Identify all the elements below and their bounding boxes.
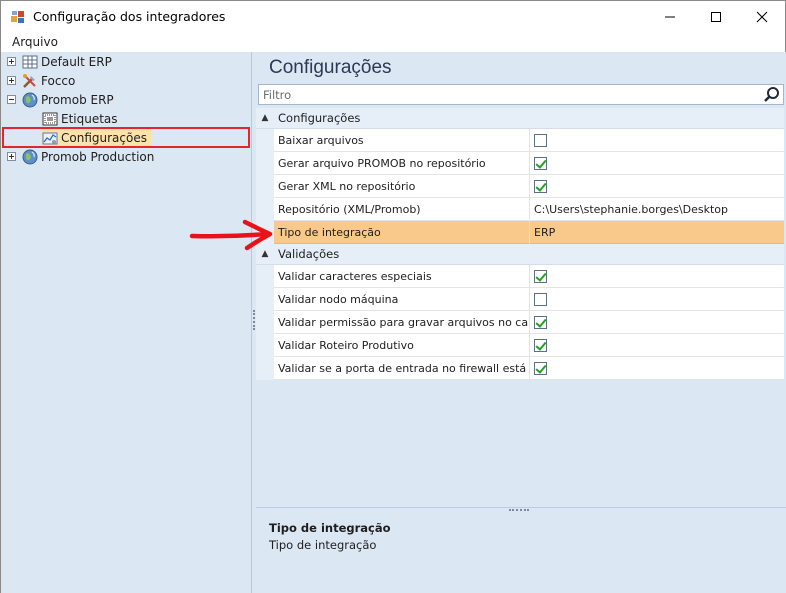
splitter-grip-icon <box>253 310 255 330</box>
checkbox[interactable] <box>534 133 547 147</box>
property-row[interactable]: Validar se a porta de entrada no firewal… <box>256 357 784 380</box>
tree-item-focco[interactable]: Focco <box>7 71 75 90</box>
tree-item-label: Promob Production <box>41 149 155 164</box>
expand-icon[interactable] <box>7 57 16 66</box>
window-title: Configuração dos integradores <box>33 9 226 24</box>
close-icon <box>756 11 768 22</box>
property-name: Gerar arquivo PROMOB no repositório <box>274 152 530 175</box>
property-row[interactable]: Validar Roteiro Produtivo <box>256 334 784 357</box>
search-icon[interactable] <box>763 86 781 103</box>
property-name: Repositório (XML/Promob) <box>274 198 530 221</box>
label-icon <box>42 112 58 125</box>
property-name: Validar se a porta de entrada no firewal… <box>274 357 530 380</box>
property-value <box>530 311 784 334</box>
tree-item-etiquetas[interactable]: Etiquetas <box>42 109 118 128</box>
checkbox[interactable] <box>534 156 547 170</box>
property-grid: ▲ Configurações Baixar arquivos Gerar ar… <box>256 108 784 380</box>
checkbox[interactable] <box>534 179 547 193</box>
property-value <box>530 265 784 288</box>
filter-input[interactable] <box>259 85 739 104</box>
app-icon <box>11 11 24 23</box>
repository-path-value[interactable]: C:\Users\stephanie.borges\Desktop <box>530 198 784 221</box>
property-value <box>530 129 784 152</box>
category-label: Validações <box>278 247 340 261</box>
tree-item-promob-production[interactable]: Promob Production <box>7 147 154 166</box>
property-row[interactable]: Validar caracteres especiais <box>256 265 784 288</box>
category-validacoes[interactable]: ▲ Validações <box>256 244 784 265</box>
menu-arquivo[interactable]: Arquivo <box>12 35 58 49</box>
property-row[interactable]: Validar nodo máquina <box>256 288 784 311</box>
maximize-icon <box>711 11 721 22</box>
property-row[interactable]: Baixar arquivos <box>256 129 784 152</box>
collapse-icon[interactable] <box>7 95 16 104</box>
annotation-arrow-icon <box>189 219 273 251</box>
minimize-button[interactable] <box>647 1 693 32</box>
expand-icon[interactable] <box>7 76 16 85</box>
tree-item-label: Promob ERP <box>41 92 114 107</box>
property-name: Validar permissão para gravar arquivos n… <box>274 311 530 334</box>
checkbox[interactable] <box>534 338 547 352</box>
minimize-icon <box>665 16 675 17</box>
checkbox[interactable] <box>534 292 547 306</box>
configuration-panel: Configurações ▲ Configurações Baixar arq… <box>256 52 786 593</box>
property-row[interactable]: Validar permissão para gravar arquivos n… <box>256 311 784 334</box>
filter-box <box>258 84 784 105</box>
tree-item-label: Etiquetas <box>61 111 118 126</box>
property-name: Tipo de integração <box>274 221 530 244</box>
tree-item-promob-erp[interactable]: Promob ERP <box>7 90 114 109</box>
expand-icon[interactable] <box>7 152 16 161</box>
property-name: Validar nodo máquina <box>274 288 530 311</box>
maximize-button[interactable] <box>693 1 739 32</box>
property-row[interactable]: Gerar arquivo PROMOB no repositório <box>256 152 784 175</box>
property-name: Gerar XML no repositório <box>274 175 530 198</box>
panel-title: Configurações <box>269 57 392 78</box>
description-title: Tipo de integração <box>269 521 391 535</box>
main-window: Configuração dos integradores Arquivo De… <box>0 0 786 593</box>
property-row[interactable]: Gerar XML no repositório <box>256 175 784 198</box>
description-text: Tipo de integração <box>269 538 377 552</box>
category-configuracoes[interactable]: ▲ Configurações <box>256 108 784 129</box>
collapse-chevron-icon[interactable]: ▲ <box>256 113 274 123</box>
property-value <box>530 152 784 175</box>
checkbox[interactable] <box>534 315 547 329</box>
globe-icon <box>22 92 38 107</box>
menu-bar: Arquivo <box>1 32 785 52</box>
tree-item-label: Focco <box>41 73 76 88</box>
close-button[interactable] <box>739 1 785 32</box>
tools-icon <box>23 73 36 88</box>
property-value <box>530 357 784 380</box>
category-label: Configurações <box>278 111 361 125</box>
tree-item-label: Default ERP <box>41 54 112 69</box>
property-value <box>530 175 784 198</box>
description-panel: Tipo de integração Tipo de integração <box>256 513 786 593</box>
integration-type-value[interactable]: ERP <box>530 221 784 244</box>
tree-item-default-erp[interactable]: Default ERP <box>7 52 112 71</box>
erp-grid-icon <box>22 55 38 68</box>
globe-icon <box>22 149 38 164</box>
property-name: Baixar arquivos <box>274 129 530 152</box>
property-row-selected[interactable]: Tipo de integração ERP <box>256 221 784 244</box>
annotation-highlight-box <box>2 127 250 148</box>
checkbox[interactable] <box>534 269 547 283</box>
checkbox[interactable] <box>534 361 547 375</box>
property-name: Validar Roteiro Produtivo <box>274 334 530 357</box>
title-bar: Configuração dos integradores <box>1 1 785 32</box>
property-value <box>530 288 784 311</box>
property-value <box>530 334 784 357</box>
property-row[interactable]: Repositório (XML/Promob) C:\Users\stepha… <box>256 198 784 221</box>
splitter-grip-icon <box>509 509 529 511</box>
property-name: Validar caracteres especiais <box>274 265 530 288</box>
